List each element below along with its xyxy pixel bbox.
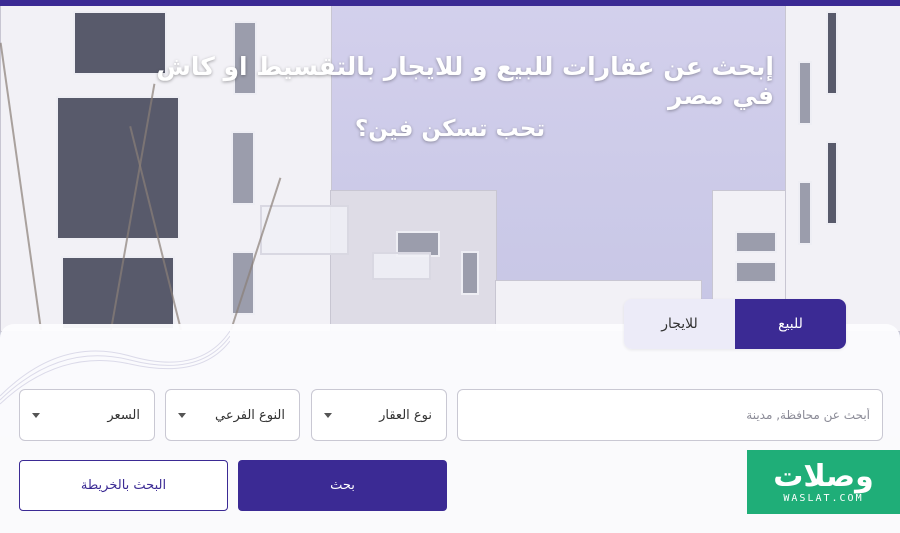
tab-rent[interactable]: للايجار — [624, 299, 735, 349]
property-type-select[interactable]: نوع العقار — [311, 389, 447, 441]
subtype-label: النوع الفرعي — [214, 407, 285, 423]
hero-subtitle: تحب تسكن فين؟ — [354, 116, 546, 142]
listing-type-tabs: للايجار للبيع — [624, 299, 846, 349]
price-label: السعر — [107, 407, 140, 423]
building-window — [461, 251, 479, 295]
waslat-logo: وصلات WASLAT.COM — [747, 450, 900, 514]
building-window — [826, 141, 838, 225]
subtype-select[interactable]: النوع الفرعي — [165, 389, 300, 441]
building-window — [826, 11, 838, 95]
hero-title: إبحث عن عقارات للبيع و للايجار بالتقسيط … — [156, 52, 774, 110]
map-search-button[interactable]: البحث بالخريطة — [19, 460, 228, 511]
chevron-down-icon — [178, 412, 186, 418]
top-accent-bar — [0, 0, 900, 6]
chevron-down-icon — [32, 412, 40, 418]
tab-sale[interactable]: للبيع — [735, 299, 846, 349]
building-window — [798, 61, 812, 125]
building-window — [231, 131, 255, 205]
building-left — [0, 0, 332, 332]
location-search-input[interactable] — [457, 389, 883, 441]
building-window — [735, 261, 777, 283]
chevron-down-icon — [324, 412, 332, 418]
logo-english-text: WASLAT.COM — [783, 492, 864, 504]
building-window — [798, 181, 812, 245]
building-window — [735, 231, 777, 253]
building-right — [785, 0, 900, 332]
search-button[interactable]: بحث — [238, 460, 447, 511]
logo-arabic-text: وصلات — [773, 458, 874, 494]
building-window — [56, 96, 180, 240]
price-select[interactable]: السعر — [19, 389, 155, 441]
property-type-label: نوع العقار — [379, 407, 432, 423]
balcony — [260, 205, 349, 255]
balcony — [372, 252, 431, 280]
